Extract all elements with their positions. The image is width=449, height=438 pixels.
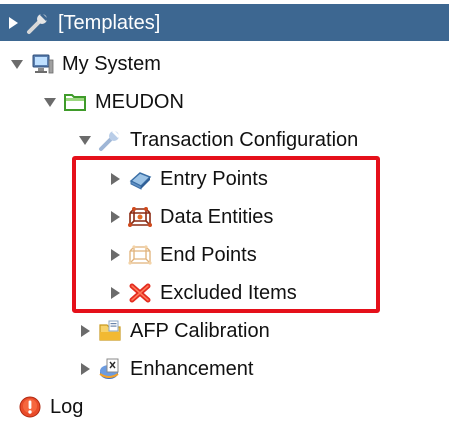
computer-icon (30, 52, 54, 76)
afp-calibration-icon (98, 319, 122, 343)
data-entities-icon (128, 205, 152, 229)
tree-node-log[interactable]: Log (0, 388, 449, 425)
end-points-icon (128, 243, 152, 267)
navigation-tree: [Templates] My System MEUDON Transaction… (0, 0, 449, 438)
expand-arrow-icon[interactable] (108, 172, 122, 186)
tree-node-label: AFP Calibration (130, 319, 270, 342)
expand-arrow-icon[interactable] (108, 286, 122, 300)
excluded-x-icon (128, 281, 152, 305)
tree-node-afp-calibration[interactable]: AFP Calibration (0, 312, 449, 349)
tree-node-label: Excluded Items (160, 281, 297, 304)
enhancement-icon (98, 357, 122, 381)
tree-node-data-entities[interactable]: Data Entities (0, 198, 449, 235)
tree-node-my-system[interactable]: My System (0, 45, 449, 82)
log-alert-icon (18, 395, 42, 419)
tree-node-label: End Points (160, 243, 257, 266)
collapse-arrow-icon[interactable] (43, 95, 57, 109)
tree-node-label: Transaction Configuration (130, 128, 359, 151)
expand-arrow-icon[interactable] (78, 324, 92, 338)
tree-node-entry-points[interactable]: Entry Points (0, 160, 449, 197)
tree-node-transaction-configuration[interactable]: Transaction Configuration (0, 121, 449, 158)
tree-node-meudon[interactable]: MEUDON (0, 83, 449, 120)
wrench-icon (26, 11, 50, 35)
collapse-arrow-icon[interactable] (10, 57, 24, 71)
tree-node-enhancement[interactable]: Enhancement (0, 350, 449, 387)
expand-arrow-icon[interactable] (6, 16, 20, 30)
tree-node-label: [Templates] (58, 11, 161, 34)
expand-arrow-icon[interactable] (108, 248, 122, 262)
expand-arrow-icon[interactable] (108, 210, 122, 224)
tree-node-label: Data Entities (160, 205, 274, 228)
entry-points-icon (128, 167, 152, 191)
collapse-arrow-icon[interactable] (78, 133, 92, 147)
folder-icon (63, 90, 87, 114)
tree-node-label: My System (62, 52, 161, 75)
tree-node-label: MEUDON (95, 90, 184, 113)
expand-arrow-icon[interactable] (78, 362, 92, 376)
tree-node-label: Entry Points (160, 167, 268, 190)
tree-node-label: Enhancement (130, 357, 254, 380)
tree-node-end-points[interactable]: End Points (0, 236, 449, 273)
tree-node-label: Log (50, 395, 84, 418)
tree-node-templates[interactable]: [Templates] (0, 4, 449, 41)
wrench-icon (98, 128, 122, 152)
tree-node-excluded-items[interactable]: Excluded Items (0, 274, 449, 311)
